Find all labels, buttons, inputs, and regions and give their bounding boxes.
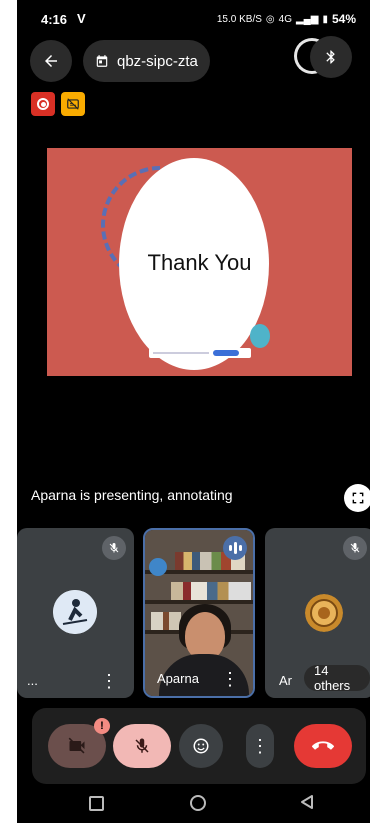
slide-title: Thank You	[147, 250, 252, 275]
phone-screen: 4:16 V 15.0 KB/S ◎ 4G ▂▄▆ ▮ 54% qbz-sipc…	[17, 0, 370, 823]
others-label: 14 others	[314, 663, 351, 693]
presenting-status: Aparna is presenting, annotating	[31, 487, 233, 503]
slide-annotation-text	[153, 352, 209, 354]
mic-off-indicator	[102, 536, 126, 560]
emoji-icon	[193, 738, 209, 754]
speaking-indicator	[223, 536, 247, 560]
battery-level: 54%	[331, 12, 356, 26]
skier-avatar-icon	[53, 590, 97, 634]
record-icon	[37, 98, 49, 110]
home-button[interactable]	[190, 795, 206, 811]
more-options-button[interactable]: ⋮	[246, 724, 274, 768]
avatar	[305, 594, 343, 632]
status-time: 4:16	[41, 12, 68, 27]
meeting-top-bar: qbz-sipc-zta	[17, 36, 370, 82]
recording-badge[interactable]	[31, 92, 55, 116]
back-button[interactable]	[30, 40, 72, 82]
system-nav-bar	[17, 790, 370, 823]
video-books	[151, 612, 181, 630]
mic-off-icon	[109, 543, 119, 553]
videocam-off-icon	[68, 737, 85, 754]
video-books	[171, 582, 251, 600]
more-vert-icon: ⋮	[251, 735, 269, 756]
call-end-icon	[312, 741, 334, 750]
wifi-calling-icon: ◎	[265, 13, 275, 25]
video-globe	[149, 558, 167, 576]
network-speed: 15.0 KB/S	[216, 13, 262, 25]
reactions-button[interactable]	[179, 724, 223, 768]
others-button[interactable]: 14 others	[304, 663, 370, 693]
nav-back-icon[interactable]	[300, 794, 314, 810]
video-shelf	[145, 600, 253, 604]
participant-name: Aparna	[157, 671, 199, 686]
meeting-code: qbz-sipc-zta	[117, 52, 198, 70]
mic-toggle-button[interactable]	[113, 724, 171, 768]
fullscreen-icon	[352, 492, 364, 504]
participant-tile-1[interactable]: ... ⋮	[17, 528, 134, 698]
meeting-info-button[interactable]: qbz-sipc-zta	[83, 40, 210, 82]
bluetooth-audio-button[interactable]	[310, 36, 352, 78]
mic-off-indicator	[343, 536, 367, 560]
video-person-face	[185, 612, 225, 660]
calendar-icon	[96, 55, 108, 67]
participant-name: Ar	[279, 673, 292, 688]
network-type: 4G	[278, 13, 292, 25]
participant-tile-2[interactable]: Aparna ⋮	[143, 528, 255, 698]
camera-alert-badge: !	[94, 718, 110, 734]
status-bar: 4:16 V 15.0 KB/S ◎ 4G ▂▄▆ ▮ 54%	[17, 0, 370, 34]
participant-name: ...	[27, 673, 38, 688]
captions-badge[interactable]	[61, 92, 85, 116]
status-right: 15.0 KB/S ◎ 4G ▂▄▆ ▮ 54%	[217, 12, 356, 26]
camera-toggle-button[interactable]: !	[48, 718, 110, 768]
arrow-left-icon	[45, 55, 57, 67]
signal-icon: ▂▄▆	[295, 13, 319, 25]
emblem-avatar-icon	[305, 594, 343, 632]
presentation-slide[interactable]: Thank You	[47, 148, 352, 376]
end-call-button[interactable]	[294, 724, 352, 768]
slide-annotation-button	[213, 350, 239, 356]
mic-off-icon	[135, 738, 149, 753]
call-controls: ! ⋮	[32, 708, 366, 784]
more-vert-icon[interactable]: ⋮	[100, 672, 118, 690]
recents-button[interactable]	[89, 796, 104, 811]
slide-annotation-bar	[149, 348, 251, 358]
carrier-icon: V	[77, 11, 86, 26]
bluetooth-icon	[326, 50, 335, 64]
more-vert-icon[interactable]: ⋮	[221, 670, 239, 688]
captions-off-icon	[67, 98, 79, 110]
slide-decoration-blob	[250, 324, 270, 348]
avatar	[53, 590, 97, 634]
fullscreen-button[interactable]	[344, 484, 370, 512]
mic-off-icon	[350, 543, 360, 553]
battery-icon: ▮	[322, 13, 328, 25]
